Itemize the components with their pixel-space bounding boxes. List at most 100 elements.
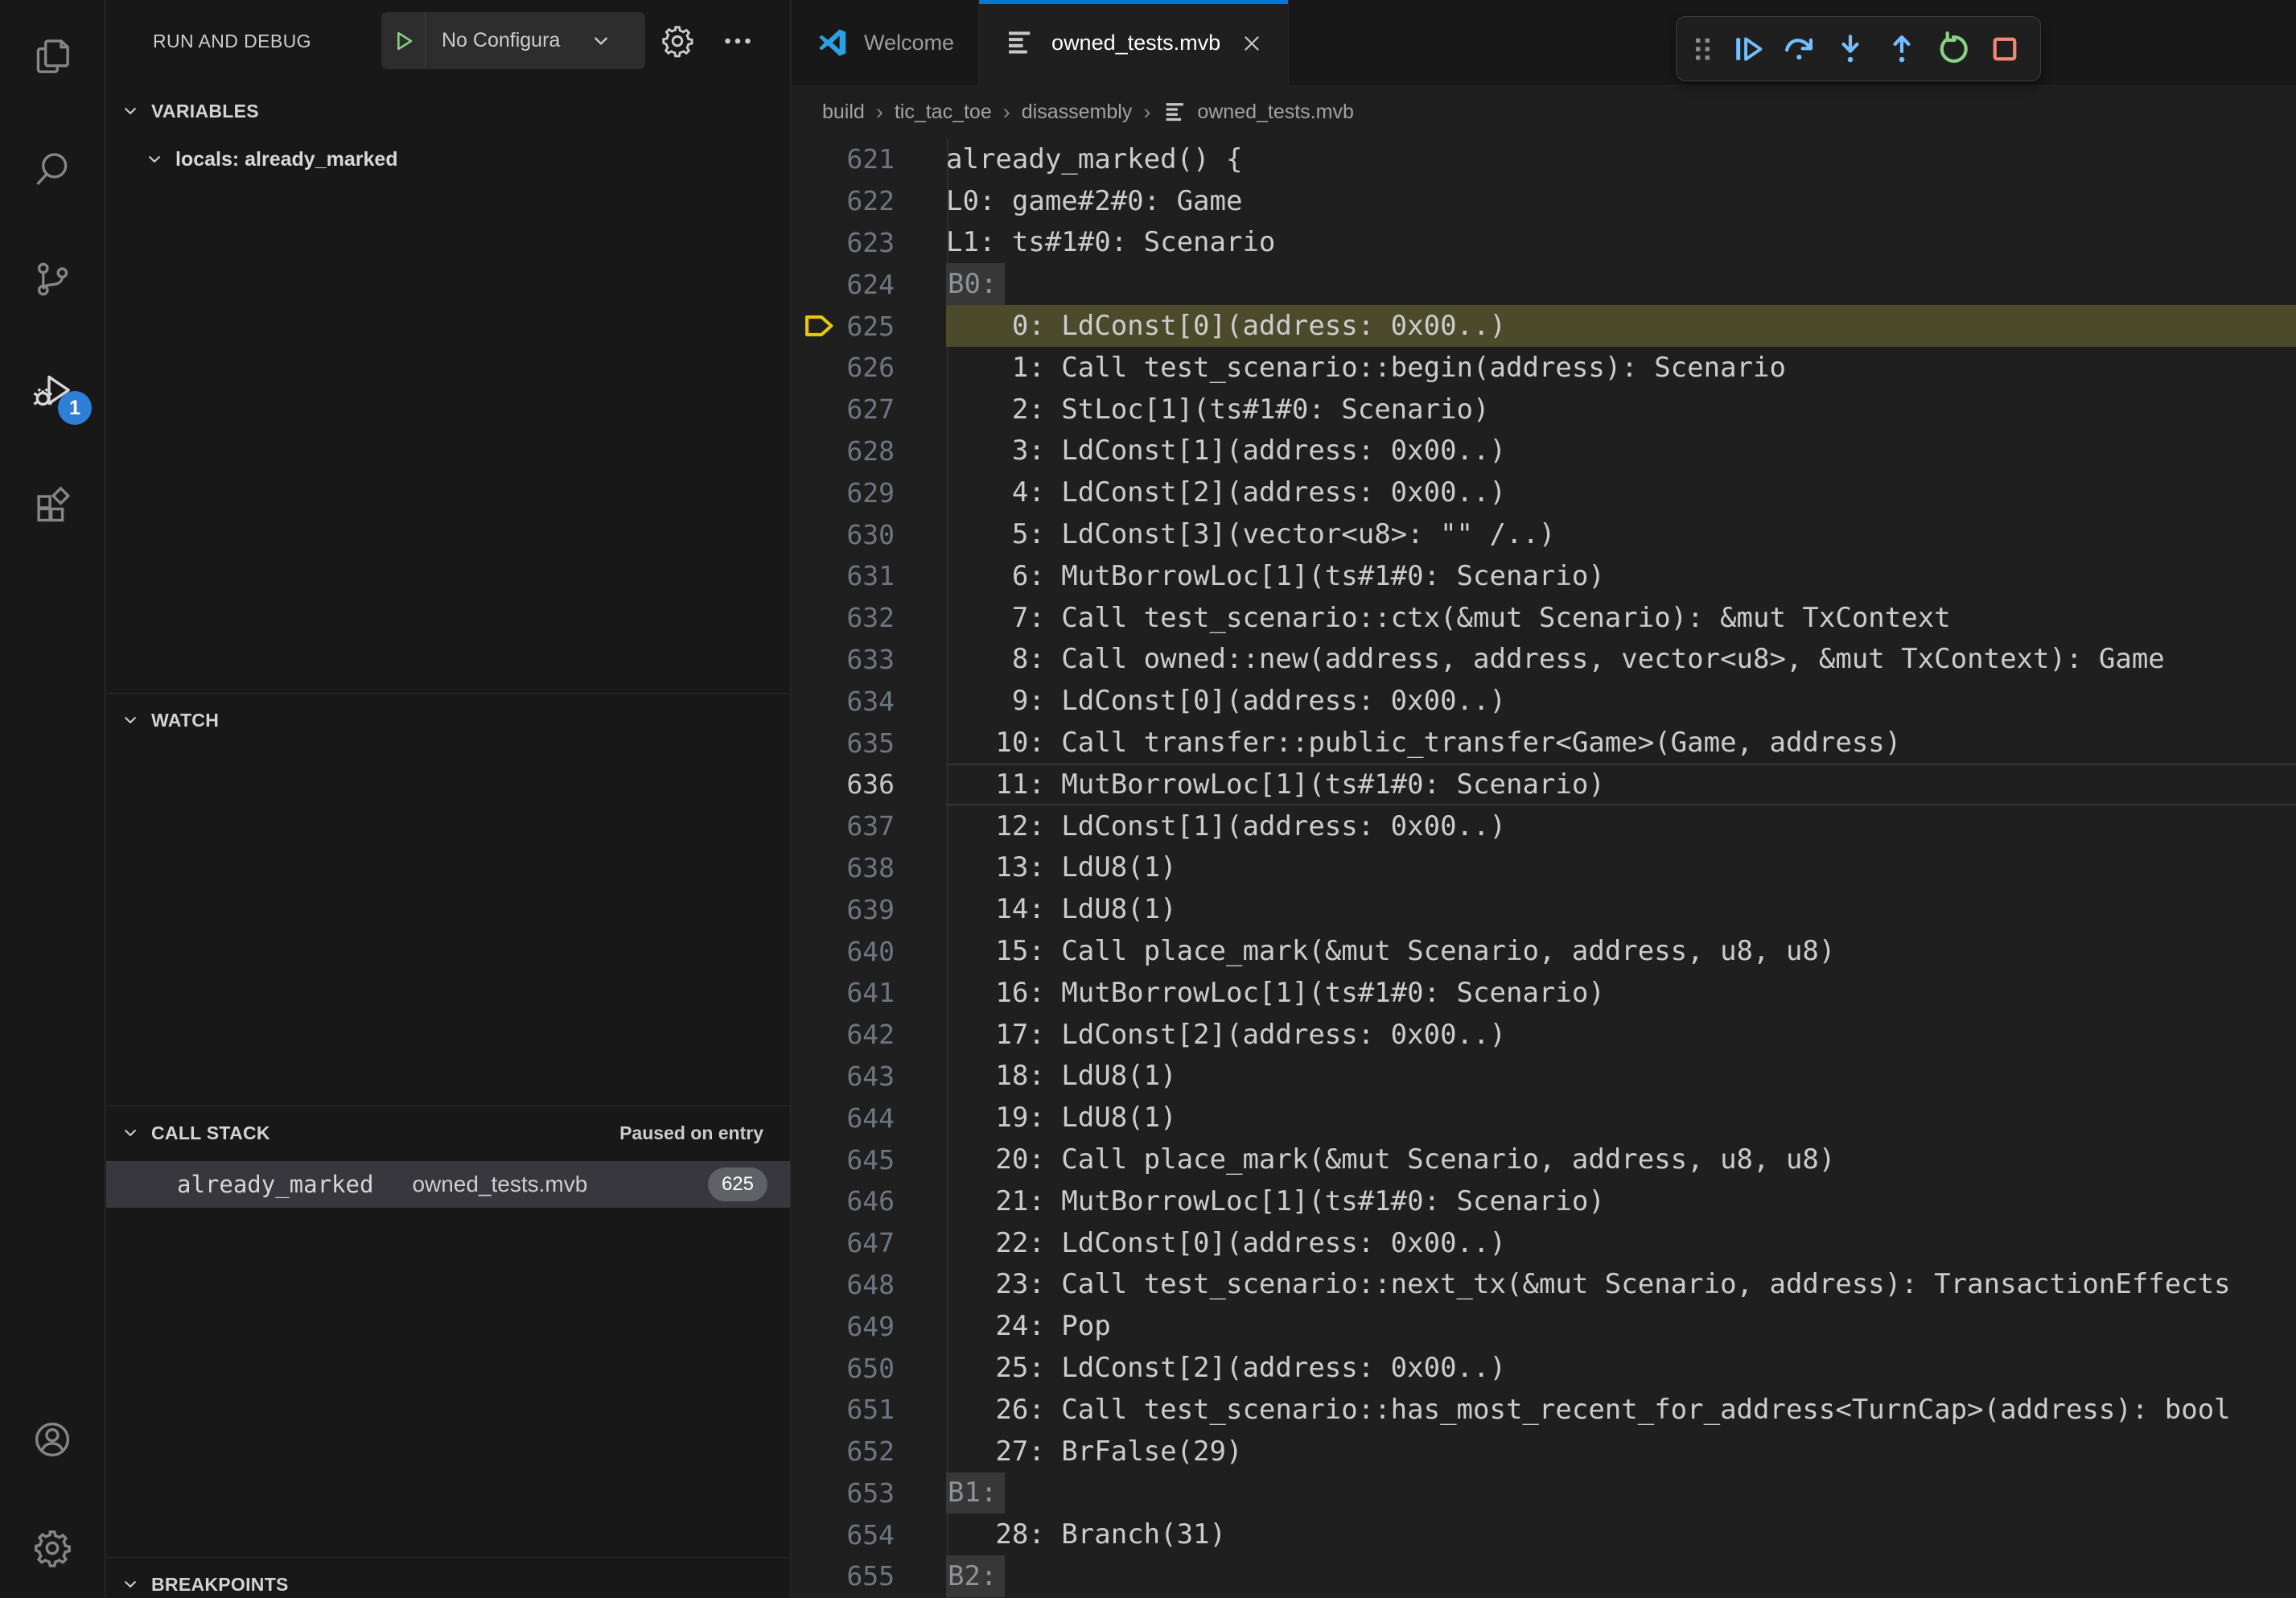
code-line[interactable]: 644 19: LdU8(1) — [792, 1097, 2296, 1139]
debug-step-over-button[interactable] — [1773, 23, 1825, 76]
line-number[interactable]: 653 — [792, 1477, 895, 1509]
code-editor[interactable]: 621already_marked() {622L0: game#2#0: Ga… — [792, 138, 2296, 1598]
code-line[interactable]: 631 6: MutBorrowLoc[1](ts#1#0: Scenario) — [792, 555, 2296, 597]
section-watch[interactable]: WATCH — [106, 699, 790, 741]
code-line-text[interactable]: 17: LdConst[2](address: 0x00..) — [946, 1014, 2296, 1056]
debug-settings-gear-button[interactable] — [659, 23, 696, 60]
code-line-text[interactable]: 19: LdU8(1) — [946, 1097, 2296, 1139]
line-number[interactable]: 648 — [792, 1269, 895, 1300]
code-line[interactable]: 640 15: Call place_mark(&mut Scenario, a… — [792, 930, 2296, 972]
code-line-text[interactable]: 6: MutBorrowLoc[1](ts#1#0: Scenario) — [946, 555, 2296, 597]
code-line-text[interactable]: 24: Pop — [946, 1305, 2296, 1347]
line-number[interactable]: 625 — [792, 311, 895, 342]
code-line-text[interactable]: 14: LdU8(1) — [946, 888, 2296, 930]
code-line[interactable]: 647 22: LdConst[0](address: 0x00..) — [792, 1222, 2296, 1264]
code-line-text[interactable]: 25: LdConst[2](address: 0x00..) — [946, 1347, 2296, 1389]
debug-continue-button[interactable] — [1722, 23, 1773, 76]
code-line[interactable]: 652 27: BrFalse(29) — [792, 1431, 2296, 1472]
code-line-text[interactable]: 11: MutBorrowLoc[1](ts#1#0: Scenario) — [946, 764, 2296, 805]
code-line-text[interactable]: 20: Call place_mark(&mut Scenario, addre… — [946, 1139, 2296, 1180]
line-number[interactable]: 642 — [792, 1019, 895, 1050]
line-number[interactable]: 644 — [792, 1102, 895, 1134]
code-line[interactable]: 643 18: LdU8(1) — [792, 1056, 2296, 1098]
line-number[interactable]: 641 — [792, 977, 895, 1008]
code-line[interactable]: 622 L0: game#2#0: Game — [792, 180, 2296, 222]
code-line-text[interactable]: 15: Call place_mark(&mut Scenario, addre… — [946, 930, 2296, 972]
code-line[interactable]: 637 12: LdConst[1](address: 0x00..) — [792, 805, 2296, 847]
line-number[interactable]: 646 — [792, 1185, 895, 1217]
code-line-text[interactable]: 5: LdConst[3](vector<u8>: "" /..) — [946, 513, 2296, 555]
code-line-text[interactable]: 9: LdConst[0](address: 0x00..) — [946, 680, 2296, 722]
code-line[interactable]: 630 5: LdConst[3](vector<u8>: "" /..) — [792, 513, 2296, 555]
code-line-text[interactable]: B0: — [946, 263, 2296, 305]
line-number[interactable]: 637 — [792, 810, 895, 842]
line-number[interactable]: 622 — [792, 185, 895, 216]
code-line[interactable]: 638 13: LdU8(1) — [792, 847, 2296, 889]
code-line-text[interactable]: L0: game#2#0: Game — [946, 180, 2296, 222]
code-line[interactable]: 625 0: LdConst[0](address: 0x00..) — [792, 305, 2296, 347]
breadcrumb-item[interactable]: build — [822, 101, 865, 124]
code-line-text[interactable]: B2: — [946, 1555, 2296, 1597]
debug-step-out-button[interactable] — [1876, 23, 1928, 76]
code-line-text[interactable]: 10: Call transfer::public_transfer<Game>… — [946, 722, 2296, 764]
tab-welcome[interactable]: Welcome — [792, 0, 979, 85]
code-line[interactable]: 634 9: LdConst[0](address: 0x00..) — [792, 680, 2296, 722]
code-line[interactable]: 633 8: Call owned::new(address, address,… — [792, 639, 2296, 681]
line-number[interactable]: 643 — [792, 1061, 895, 1092]
code-line[interactable]: 639 14: LdU8(1) — [792, 888, 2296, 930]
code-line-text[interactable]: 21: MutBorrowLoc[1](ts#1#0: Scenario) — [946, 1180, 2296, 1222]
code-line[interactable]: 624 B0: — [792, 263, 2296, 305]
activity-item-manage[interactable] — [0, 1501, 105, 1595]
activity-item-search[interactable] — [0, 122, 105, 216]
code-line-text[interactable]: L1: ts#1#0: Scenario — [946, 222, 2296, 264]
code-line-text[interactable]: 3: LdConst[1](address: 0x00..) — [946, 430, 2296, 472]
line-number[interactable]: 645 — [792, 1144, 895, 1176]
line-number[interactable]: 655 — [792, 1560, 895, 1592]
line-number[interactable]: 654 — [792, 1519, 895, 1551]
line-number[interactable]: 629 — [792, 477, 895, 509]
section-variables[interactable]: VARIABLES — [106, 90, 790, 132]
line-number[interactable]: 627 — [792, 393, 895, 425]
code-line[interactable]: 642 17: LdConst[2](address: 0x00..) — [792, 1014, 2296, 1056]
code-line[interactable]: 628 3: LdConst[1](address: 0x00..) — [792, 430, 2296, 472]
activity-item-extensions[interactable] — [0, 457, 105, 550]
breadcrumb-file[interactable]: owned_tests.mvb — [1162, 99, 1354, 126]
line-number[interactable]: 640 — [792, 936, 895, 967]
line-number[interactable]: 626 — [792, 352, 895, 383]
code-line[interactable]: 646 21: MutBorrowLoc[1](ts#1#0: Scenario… — [792, 1180, 2296, 1222]
line-number[interactable]: 652 — [792, 1435, 895, 1467]
line-number[interactable]: 634 — [792, 686, 895, 717]
code-line[interactable]: 626 1: Call test_scenario::begin(address… — [792, 347, 2296, 389]
section-breakpoints[interactable]: BREAKPOINTS — [106, 1563, 790, 1598]
line-number[interactable]: 636 — [792, 768, 895, 800]
code-line[interactable]: 649 24: Pop — [792, 1305, 2296, 1347]
code-line[interactable]: 645 20: Call place_mark(&mut Scenario, a… — [792, 1139, 2296, 1180]
activity-item-run-and-debug[interactable]: 1 — [0, 344, 105, 438]
variables-locals-scope[interactable]: locals: already_marked — [106, 138, 790, 180]
views-more-actions-button[interactable] — [718, 23, 758, 60]
debug-step-into-button[interactable] — [1825, 23, 1876, 76]
call-stack-frame[interactable]: already_marked owned_tests.mvb 625 — [106, 1161, 790, 1208]
line-number[interactable]: 621 — [792, 143, 895, 175]
line-number[interactable]: 639 — [792, 894, 895, 925]
code-line[interactable]: 635 10: Call transfer::public_transfer<G… — [792, 722, 2296, 764]
code-line-text[interactable]: 12: LdConst[1](address: 0x00..) — [946, 805, 2296, 847]
code-line[interactable]: 651 26: Call test_scenario::has_most_rec… — [792, 1389, 2296, 1431]
activity-item-explorer[interactable] — [0, 10, 105, 103]
line-number[interactable]: 624 — [792, 269, 895, 300]
code-line[interactable]: 653B1: — [792, 1472, 2296, 1514]
breadcrumb-item[interactable]: disassembly — [1022, 101, 1133, 124]
code-line[interactable]: 623L1: ts#1#0: Scenario — [792, 222, 2296, 264]
line-number[interactable]: 630 — [792, 519, 895, 550]
line-number[interactable]: 638 — [792, 852, 895, 883]
code-line[interactable]: 650 25: LdConst[2](address: 0x00..) — [792, 1347, 2296, 1389]
code-line[interactable]: 632 7: Call test_scenario::ctx(&mut Scen… — [792, 597, 2296, 639]
code-line-text[interactable]: 16: MutBorrowLoc[1](ts#1#0: Scenario) — [946, 972, 2296, 1014]
code-line-text[interactable]: 27: BrFalse(29) — [946, 1431, 2296, 1472]
toolbar-drag-handle[interactable] — [1686, 23, 1722, 76]
activity-item-source-control[interactable] — [0, 233, 105, 326]
code-line[interactable]: 655 B2: — [792, 1555, 2296, 1597]
code-line[interactable]: 627 2: StLoc[1](ts#1#0: Scenario) — [792, 389, 2296, 430]
code-line-text[interactable]: 4: LdConst[2](address: 0x00..) — [946, 472, 2296, 513]
code-line-text[interactable]: 2: StLoc[1](ts#1#0: Scenario) — [946, 389, 2296, 430]
